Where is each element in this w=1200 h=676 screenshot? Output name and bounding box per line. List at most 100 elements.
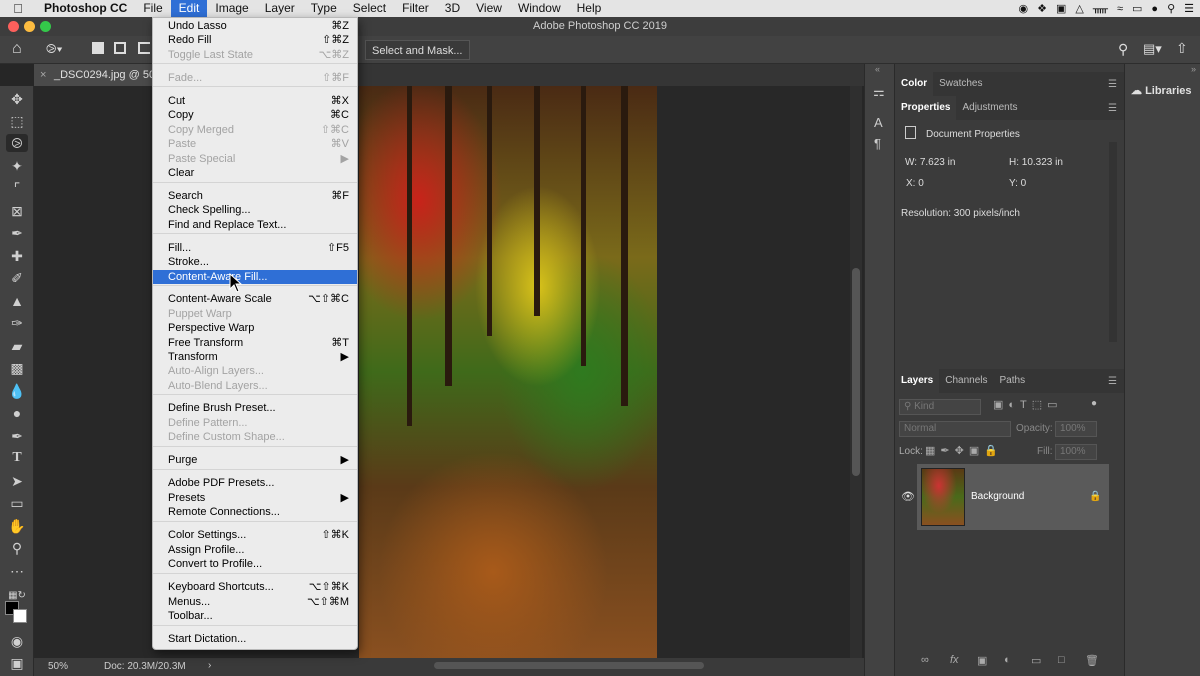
chrome-icon[interactable]: ◉ bbox=[1019, 2, 1029, 15]
menu-edit[interactable]: Edit bbox=[170, 0, 208, 17]
marquee-tool-icon[interactable]: ⬚ bbox=[6, 112, 28, 130]
menu-3d[interactable]: 3D bbox=[437, 0, 468, 17]
layer-filter-kind[interactable]: ⚲ Kind bbox=[899, 399, 981, 415]
document-tab[interactable]: × _DSC0294.jpg @ 50% bbox=[34, 64, 152, 86]
subtract-selection-icon[interactable] bbox=[138, 42, 150, 54]
tab-paths[interactable]: Paths bbox=[994, 369, 1032, 393]
edit-menu-item-clear[interactable]: Clear bbox=[153, 166, 357, 180]
forest-path-photo[interactable] bbox=[359, 86, 657, 658]
horizontal-scrollbar[interactable] bbox=[434, 662, 704, 669]
edit-menu-item-transform[interactable]: Transform ▶ bbox=[153, 350, 357, 364]
x-value[interactable]: X: 0 bbox=[906, 178, 924, 189]
edit-menu-item-start-dictation[interactable]: Start Dictation... bbox=[153, 632, 357, 646]
new-layer-icon[interactable]: □ bbox=[1058, 654, 1065, 666]
tab-layers[interactable]: Layers bbox=[895, 369, 940, 393]
airplay-icon[interactable]: △ bbox=[1075, 2, 1083, 15]
quick-mask-icon[interactable]: ◉ bbox=[6, 632, 28, 650]
wifi-icon[interactable]: ≈ bbox=[1117, 3, 1123, 15]
lasso-tool-icon[interactable]: ⧁ bbox=[6, 134, 28, 152]
type-tool-icon[interactable]: T bbox=[6, 449, 28, 467]
edit-menu-item-purge[interactable]: Purge ▶ bbox=[153, 453, 357, 467]
status-arrow-icon[interactable]: › bbox=[208, 660, 211, 671]
edit-menu-item-presets[interactable]: Presets ▶ bbox=[153, 491, 357, 505]
edit-menu-item-search[interactable]: Search ⌘F bbox=[153, 189, 357, 203]
eyedropper-tool-icon[interactable]: ✒ bbox=[6, 224, 28, 242]
tab-properties[interactable]: Properties bbox=[895, 96, 957, 120]
expand-panels-icon[interactable]: » bbox=[1191, 64, 1196, 74]
crop-tool-icon[interactable]: ⌜ bbox=[6, 179, 28, 197]
layer-mask-icon[interactable]: ▣ bbox=[977, 654, 987, 667]
hand-tool-icon[interactable]: ✋ bbox=[6, 517, 28, 535]
edit-menu-item-free-transform[interactable]: Free Transform ⌘T bbox=[153, 336, 357, 350]
opacity-input[interactable]: 100% bbox=[1055, 421, 1097, 437]
pen-tool-icon[interactable]: ✒ bbox=[6, 427, 28, 445]
y-value[interactable]: Y: 0 bbox=[1009, 178, 1026, 189]
edit-menu-item-check-spelling[interactable]: Check Spelling... bbox=[153, 203, 357, 217]
layer-style-icon[interactable]: fx bbox=[950, 654, 959, 666]
menu-image[interactable]: Image bbox=[207, 0, 256, 17]
background-color-swatch[interactable] bbox=[13, 609, 27, 623]
collapse-panels-icon[interactable]: « bbox=[875, 64, 880, 74]
add-to-selection-icon[interactable] bbox=[114, 42, 126, 54]
character-panel-icon[interactable]: A bbox=[874, 115, 883, 130]
dropbox-icon[interactable]: ❖ bbox=[1037, 2, 1047, 15]
notification-center-icon[interactable]: ☰ bbox=[1184, 2, 1194, 15]
edit-menu-item-define-brush-preset[interactable]: Define Brush Preset... bbox=[153, 401, 357, 415]
edit-menu-item-keyboard-shortcuts[interactable]: Keyboard Shortcuts... ⌥⇧⌘K bbox=[153, 580, 357, 594]
fill-input[interactable]: 100% bbox=[1055, 444, 1097, 460]
layer-name[interactable]: Background bbox=[971, 491, 1024, 502]
edit-menu-item-color-settings[interactable]: Color Settings... ⇧⌘K bbox=[153, 528, 357, 542]
frame-tool-icon[interactable]: ⊠ bbox=[6, 202, 28, 220]
edit-menu-item-assign-profile[interactable]: Assign Profile... bbox=[153, 543, 357, 557]
tab-channels[interactable]: Channels bbox=[939, 369, 993, 393]
libraries-tab[interactable]: ☁ Libraries bbox=[1131, 84, 1192, 97]
screen-mode-icon[interactable]: ▣ bbox=[6, 654, 28, 672]
spotlight-icon[interactable]: ⚲ bbox=[1167, 2, 1175, 15]
properties-panel-menu-icon[interactable]: ☰ bbox=[1108, 103, 1117, 114]
edit-menu-item-undo-lasso[interactable]: Undo Lasso ⌘Z bbox=[153, 19, 357, 33]
menu-window[interactable]: Window bbox=[510, 0, 569, 17]
move-tool-icon[interactable]: ✥ bbox=[6, 90, 28, 108]
apple-icon[interactable]:  bbox=[0, 1, 36, 16]
close-tab-icon[interactable]: × bbox=[40, 64, 46, 86]
clone-stamp-tool-icon[interactable]: ▲ bbox=[6, 292, 28, 310]
menu-select[interactable]: Select bbox=[345, 0, 394, 17]
new-group-icon[interactable]: ▭ bbox=[1031, 654, 1041, 667]
zoom-level[interactable]: 50% bbox=[48, 661, 68, 672]
app-menu[interactable]: Photoshop CC bbox=[36, 0, 135, 17]
select-and-mask-button[interactable]: Select and Mask... bbox=[365, 40, 470, 60]
history-brush-tool-icon[interactable]: ✑ bbox=[6, 314, 28, 332]
height-value[interactable]: H: 10.323 in bbox=[1009, 157, 1063, 168]
menu-filter[interactable]: Filter bbox=[394, 0, 437, 17]
screen-record-icon[interactable]: ▣ bbox=[1056, 2, 1066, 15]
blend-mode-select[interactable]: Normal bbox=[899, 421, 1011, 437]
quick-selection-tool-icon[interactable]: ✦ bbox=[6, 157, 28, 175]
creative-cloud-icon[interactable]: ● bbox=[1151, 3, 1158, 15]
edit-menu-item-menus[interactable]: Menus... ⌥⇧⌘M bbox=[153, 595, 357, 609]
visibility-eye-icon[interactable]: 👁 bbox=[901, 490, 915, 503]
edit-menu-item-perspective-warp[interactable]: Perspective Warp bbox=[153, 321, 357, 335]
adjustment-layer-icon[interactable]: ◐ bbox=[1004, 654, 1011, 666]
color-panel-menu-icon[interactable]: ☰ bbox=[1108, 79, 1117, 90]
zoom-tool-icon[interactable]: ⚲ bbox=[6, 539, 28, 557]
menu-file[interactable]: File bbox=[135, 0, 170, 17]
healing-brush-tool-icon[interactable]: ✚ bbox=[6, 247, 28, 265]
vertical-scrollbar[interactable] bbox=[850, 86, 862, 658]
lock-icons[interactable]: ▦✒✥▣🔒 bbox=[925, 444, 1003, 457]
gradient-tool-icon[interactable]: ▩ bbox=[6, 359, 28, 377]
paragraph-panel-icon[interactable]: ¶ bbox=[874, 136, 881, 151]
delete-layer-icon[interactable]: 🗑 bbox=[1085, 654, 1099, 667]
brush-tool-icon[interactable]: ✐ bbox=[6, 269, 28, 287]
tab-color[interactable]: Color bbox=[895, 72, 934, 96]
edit-menu-item-stroke[interactable]: Stroke... bbox=[153, 255, 357, 269]
edit-menu-item-redo-fill[interactable]: Redo Fill ⇧⌘Z bbox=[153, 33, 357, 47]
bluetooth-icon[interactable]: ᚅ bbox=[1093, 2, 1108, 15]
workspace-icon[interactable]: ▤▾ bbox=[1143, 41, 1162, 57]
path-selection-tool-icon[interactable]: ➤ bbox=[6, 472, 28, 490]
layers-panel-menu-icon[interactable]: ☰ bbox=[1108, 376, 1117, 387]
tab-adjustments[interactable]: Adjustments bbox=[956, 96, 1023, 120]
history-panel-icon[interactable]: ⚎ bbox=[873, 84, 885, 100]
edit-menu-item-content-aware-fill[interactable]: Content-Aware Fill... bbox=[153, 270, 357, 284]
home-icon[interactable]: ⌂ bbox=[12, 40, 22, 58]
edit-menu-item-copy[interactable]: Copy ⌘C bbox=[153, 108, 357, 122]
